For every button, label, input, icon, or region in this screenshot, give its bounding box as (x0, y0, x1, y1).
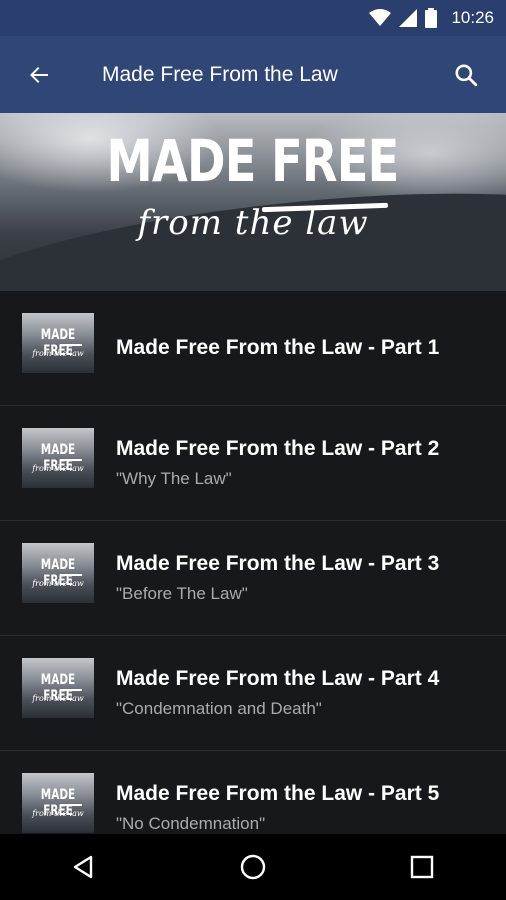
list-item[interactable]: MADE FREE from the law Made Free From th… (0, 291, 506, 406)
nav-recents-button[interactable] (382, 834, 462, 900)
thumbnail-image: MADE FREE from the law (22, 313, 94, 373)
list-item-text: Made Free From the Law - Part 3 "Before … (116, 552, 439, 604)
back-button[interactable] (0, 36, 78, 113)
thumbnail-subtitle: from the law (32, 809, 84, 818)
list-item[interactable]: MADE FREE from the law Made Free From th… (0, 751, 506, 834)
hero-subtitle: from the law (137, 203, 369, 243)
nav-back-button[interactable] (44, 834, 124, 900)
thumbnail-subtitle: from the law (32, 579, 84, 588)
list-item[interactable]: MADE FREE from the law Made Free From th… (0, 521, 506, 636)
search-icon (455, 63, 478, 86)
search-button[interactable] (426, 36, 506, 113)
hero-banner: MADE FREE from the law (0, 113, 506, 291)
episode-list: MADE FREE from the law Made Free From th… (0, 291, 506, 834)
list-item-title: Made Free From the Law - Part 1 (116, 336, 440, 359)
list-item-subtitle: "Why The Law" (116, 469, 232, 488)
thumbnail-underline (60, 804, 82, 806)
system-nav-bar (0, 834, 506, 900)
recents-square-icon (410, 855, 433, 879)
list-item-subtitle: "Before The Law" (116, 584, 248, 603)
thumbnail-subtitle: from the law (32, 464, 84, 473)
app-bar: Made Free From the Law (0, 36, 506, 113)
thumbnail-underline (60, 689, 82, 691)
thumbnail-image: MADE FREE from the law (22, 658, 94, 718)
thumbnail-underline (60, 344, 82, 346)
list-item-subtitle: "Condemnation and Death" (116, 699, 322, 718)
list-item-text: Made Free From the Law - Part 4 "Condemn… (116, 667, 439, 719)
list-item-title: Made Free From the Law - Part 2 (116, 437, 440, 460)
thumbnail-subtitle: from the law (32, 694, 84, 703)
status-time: 10:26 (451, 8, 494, 27)
hero-title: MADE FREE (106, 127, 400, 195)
thumbnail-underline (60, 459, 82, 461)
arrow-back-icon (30, 66, 48, 83)
list-item-title: Made Free From the Law - Part 4 (116, 667, 440, 690)
list-item-text: Made Free From the Law - Part 1 (116, 336, 439, 360)
hero-logo: MADE FREE from the law (0, 131, 506, 243)
back-triangle-icon (74, 855, 93, 879)
list-item[interactable]: MADE FREE from the law Made Free From th… (0, 636, 506, 751)
nav-home-button[interactable] (213, 834, 293, 900)
list-item-subtitle: "No Condemnation" (116, 814, 266, 833)
wifi-icon (369, 9, 392, 26)
status-bar: 10:26 (0, 0, 506, 36)
list-item[interactable]: MADE FREE from the law Made Free From th… (0, 406, 506, 521)
list-item-title: Made Free From the Law - Part 3 (116, 552, 440, 575)
list-item-text: Made Free From the Law - Part 5 "No Cond… (116, 782, 439, 834)
page-title: Made Free From the Law (102, 62, 338, 86)
thumbnail-image: MADE FREE from the law (22, 428, 94, 488)
home-circle-icon (240, 854, 266, 880)
thumbnail-subtitle: from the law (32, 349, 84, 358)
battery-icon (425, 8, 438, 28)
list-item-title: Made Free From the Law - Part 5 (116, 782, 440, 805)
list-item-text: Made Free From the Law - Part 2 "Why The… (116, 437, 439, 489)
thumbnail-image: MADE FREE from the law (22, 543, 94, 603)
thumbnail-image: MADE FREE from the law (22, 773, 94, 833)
thumbnail-underline (60, 574, 82, 576)
signal-icon (399, 9, 418, 27)
